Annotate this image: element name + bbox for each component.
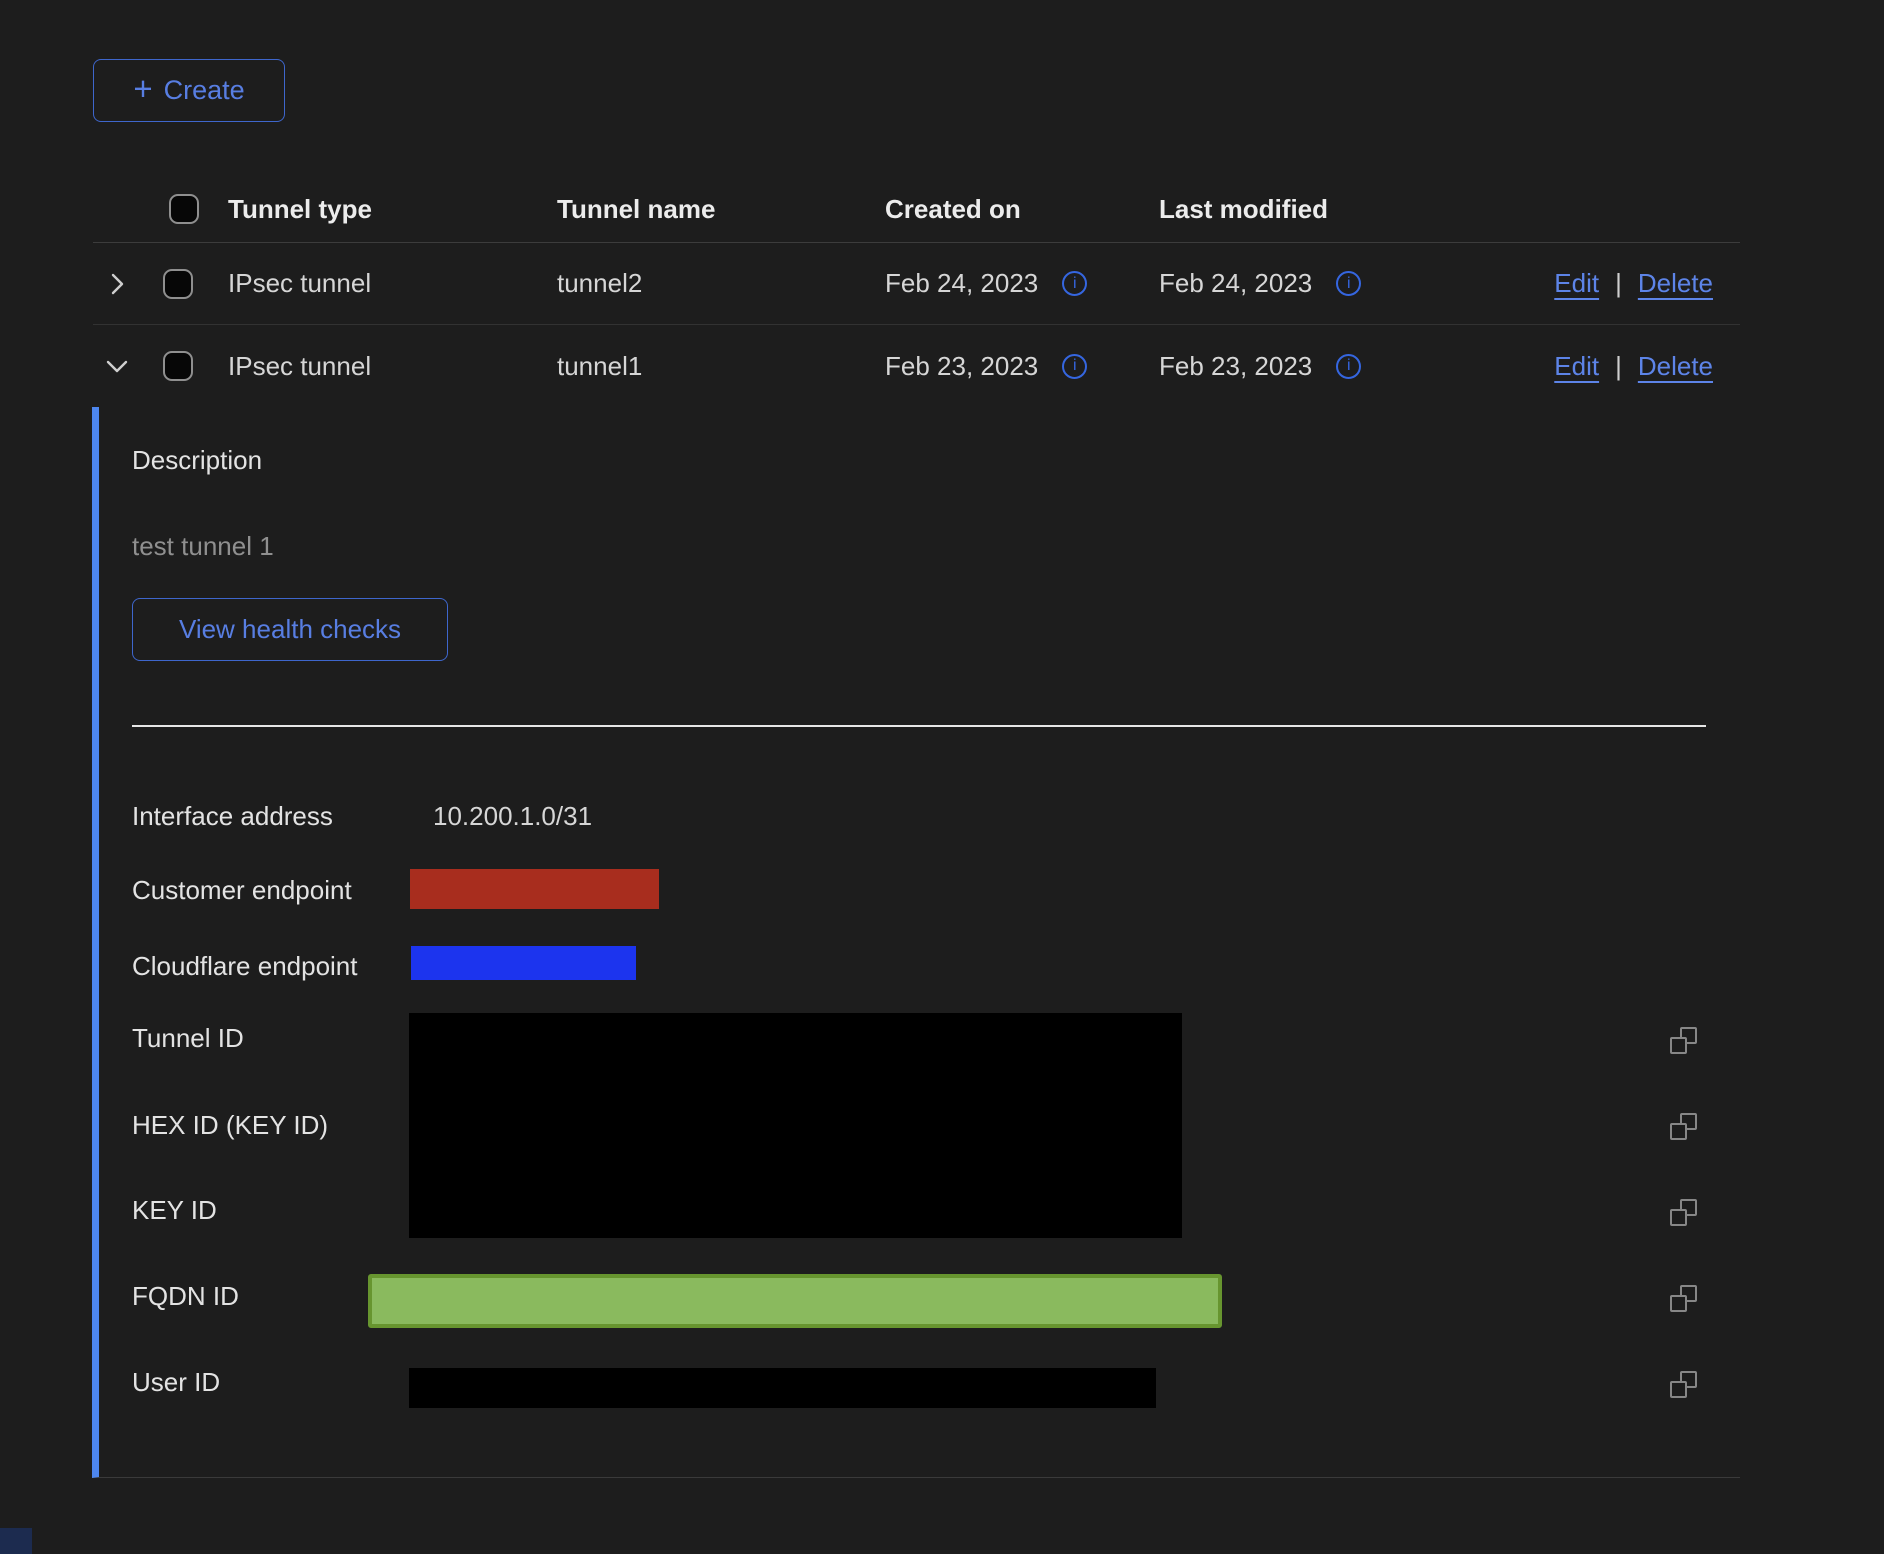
info-icon[interactable]: i — [1062, 354, 1087, 379]
tunnel-type-cell: IPsec tunnel — [215, 268, 544, 299]
info-icon[interactable]: i — [1336, 354, 1361, 379]
tunnel-id-redacted-values — [409, 1013, 1182, 1238]
copy-icon[interactable] — [1670, 1027, 1697, 1054]
chevron-down-icon[interactable] — [104, 355, 130, 377]
tunnels-page: + Create Tunnel type Tunnel name Created… — [0, 0, 1884, 1554]
delete-link[interactable]: Delete — [1638, 351, 1713, 382]
info-icon[interactable]: i — [1062, 271, 1087, 296]
copy-icon[interactable] — [1670, 1285, 1697, 1312]
cloudflare-endpoint-redacted-value — [411, 946, 636, 980]
fqdn-id-redacted-value — [368, 1274, 1222, 1328]
view-health-checks-button[interactable]: View health checks — [132, 598, 448, 661]
key-id-label: KEY ID — [132, 1195, 217, 1225]
tunnel-id-label: Tunnel ID — [132, 1023, 244, 1053]
select-all-checkbox[interactable] — [169, 194, 199, 224]
hex-id-label: HEX ID (KEY ID) — [132, 1110, 328, 1140]
created-on-value: Feb 24, 2023 — [885, 268, 1038, 299]
column-header-created-on: Created on — [872, 194, 1146, 225]
copy-icon[interactable] — [1670, 1199, 1697, 1226]
last-modified-value: Feb 24, 2023 — [1159, 268, 1312, 299]
interface-address-label: Interface address — [132, 801, 333, 831]
user-id-redacted-value — [409, 1368, 1156, 1408]
action-separator: | — [1615, 268, 1622, 299]
edit-link[interactable]: Edit — [1554, 268, 1599, 299]
user-id-label: User ID — [132, 1367, 220, 1397]
create-button[interactable]: + Create — [93, 59, 285, 122]
column-header-tunnel-name: Tunnel name — [544, 194, 872, 225]
create-button-label: Create — [164, 75, 245, 106]
chevron-right-icon[interactable] — [106, 271, 128, 297]
tunnels-table: Tunnel type Tunnel name Created on Last … — [93, 176, 1740, 407]
tunnel-name-cell: tunnel2 — [544, 268, 872, 299]
description-label: Description — [132, 445, 262, 475]
copy-icon[interactable] — [1670, 1371, 1697, 1398]
tunnel-details-panel: Description test tunnel 1 View health ch… — [92, 407, 1740, 1478]
cloudflare-endpoint-label: Cloudflare endpoint — [132, 951, 358, 981]
tunnel-name-cell: tunnel1 — [544, 351, 872, 382]
delete-link[interactable]: Delete — [1638, 268, 1713, 299]
section-divider — [132, 725, 1706, 727]
info-icon[interactable]: i — [1336, 271, 1361, 296]
plus-icon: + — [133, 72, 152, 105]
table-header-row: Tunnel type Tunnel name Created on Last … — [93, 176, 1740, 243]
customer-endpoint-redacted-value — [410, 869, 659, 909]
created-on-cell: Feb 23, 2023 i — [872, 351, 1146, 382]
table-row: IPsec tunnel tunnel1 Feb 23, 2023 i Feb … — [93, 325, 1740, 407]
copy-icon[interactable] — [1670, 1113, 1697, 1140]
column-header-tunnel-type: Tunnel type — [215, 194, 544, 225]
fqdn-id-label: FQDN ID — [132, 1281, 239, 1311]
action-separator: | — [1615, 351, 1622, 382]
edit-link[interactable]: Edit — [1554, 351, 1599, 382]
description-value: test tunnel 1 — [132, 531, 274, 561]
last-modified-value: Feb 23, 2023 — [1159, 351, 1312, 382]
customer-endpoint-label: Customer endpoint — [132, 875, 352, 905]
last-modified-cell: Feb 23, 2023 i — [1146, 351, 1446, 382]
tunnel-type-cell: IPsec tunnel — [215, 351, 544, 382]
column-header-last-modified: Last modified — [1146, 194, 1446, 225]
row-checkbox[interactable] — [163, 351, 193, 381]
table-row: IPsec tunnel tunnel2 Feb 24, 2023 i Feb … — [93, 243, 1740, 325]
last-modified-cell: Feb 24, 2023 i — [1146, 268, 1446, 299]
created-on-cell: Feb 24, 2023 i — [872, 268, 1146, 299]
row-checkbox[interactable] — [163, 269, 193, 299]
created-on-value: Feb 23, 2023 — [885, 351, 1038, 382]
bottom-left-accent-strip — [0, 1528, 32, 1554]
interface-address-value: 10.200.1.0/31 — [433, 801, 592, 831]
